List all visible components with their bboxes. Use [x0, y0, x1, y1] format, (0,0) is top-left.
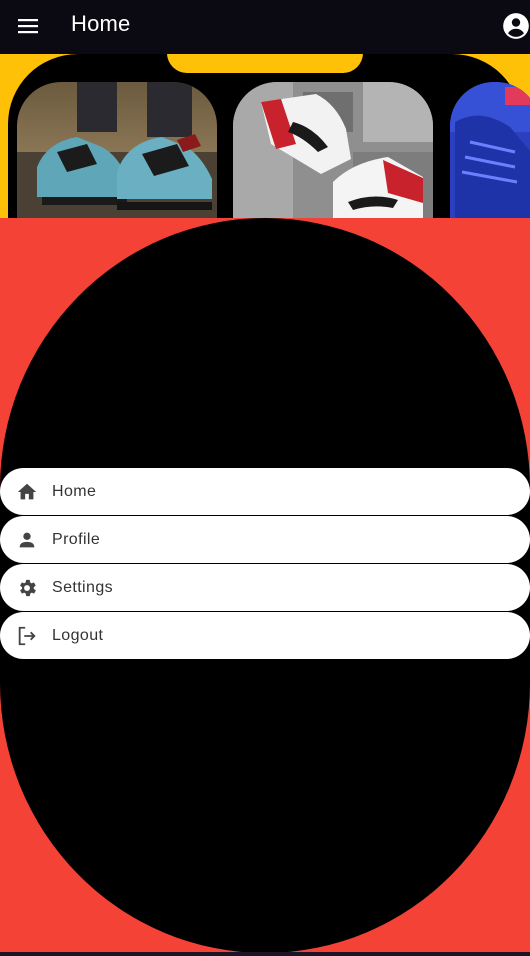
gear-icon [15, 576, 39, 600]
carousel-card-2[interactable] [233, 82, 433, 218]
menu-item-label: Home [52, 482, 97, 500]
app-bar: Home [0, 0, 530, 54]
menu-item-settings[interactable]: Settings [0, 564, 530, 611]
menu-item-label: Logout [52, 626, 104, 644]
account-circle-icon [503, 13, 529, 39]
home-icon [15, 480, 39, 504]
person-icon [15, 528, 39, 552]
menu-item-label: Settings [52, 578, 114, 596]
menu-item-logout[interactable]: Logout [0, 612, 530, 659]
logout-icon [15, 624, 39, 648]
menu-button[interactable] [10, 8, 46, 44]
bottom-strip [0, 952, 530, 956]
sneaker-image-3 [450, 82, 530, 218]
account-button[interactable] [498, 8, 530, 44]
header-banner [0, 54, 530, 218]
app-screen: Home Home Profile Settings Logout [0, 0, 530, 956]
sneaker-image-1 [17, 82, 217, 218]
page-title: Home [71, 11, 131, 36]
sneaker-image-2 [233, 82, 433, 218]
menu-item-profile[interactable]: Profile [0, 516, 530, 563]
menu-item-label: Profile [52, 530, 101, 548]
hamburger-menu-icon [18, 19, 38, 34]
carousel-card-3[interactable] [450, 82, 530, 218]
banner-tab [167, 54, 363, 73]
menu-item-home[interactable]: Home [0, 468, 530, 515]
carousel-card-1[interactable] [17, 82, 217, 218]
navigation-menu: Home Profile Settings Logout [0, 468, 530, 660]
